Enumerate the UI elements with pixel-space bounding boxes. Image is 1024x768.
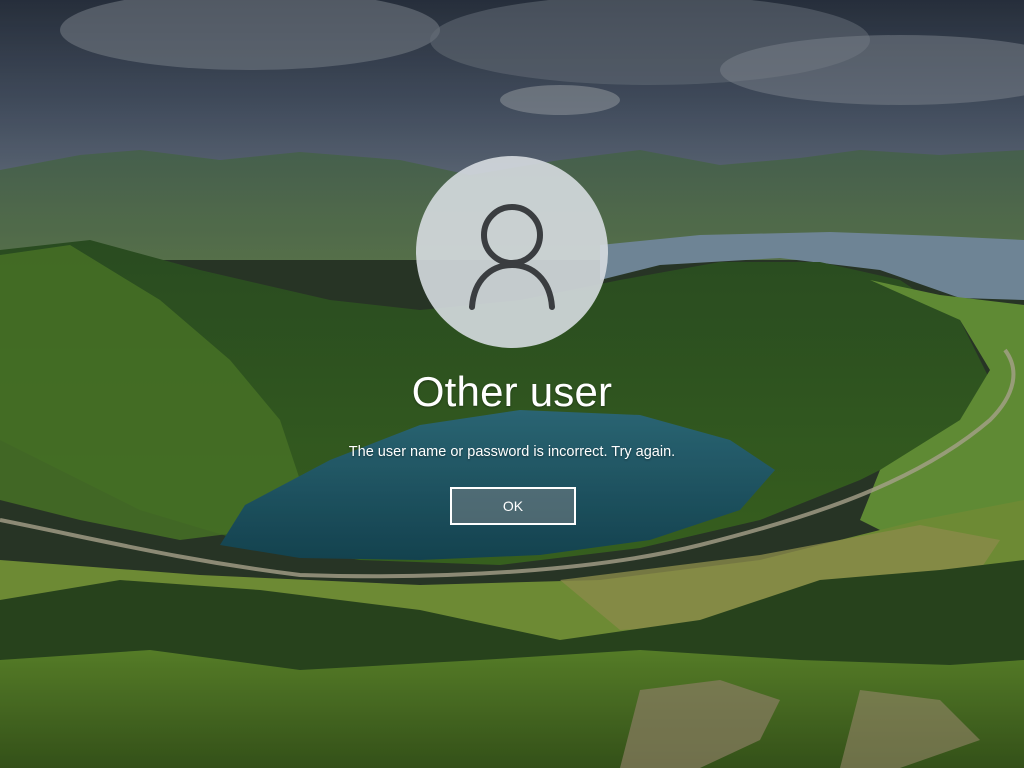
- ok-button[interactable]: OK: [450, 487, 576, 525]
- user-icon: [469, 204, 555, 310]
- error-message: The user name or password is incorrect. …: [348, 444, 676, 460]
- user-name: Other user: [411, 368, 613, 415]
- lock-screen: Other user The user name or password is …: [0, 0, 1024, 768]
- user-avatar: [416, 156, 608, 348]
